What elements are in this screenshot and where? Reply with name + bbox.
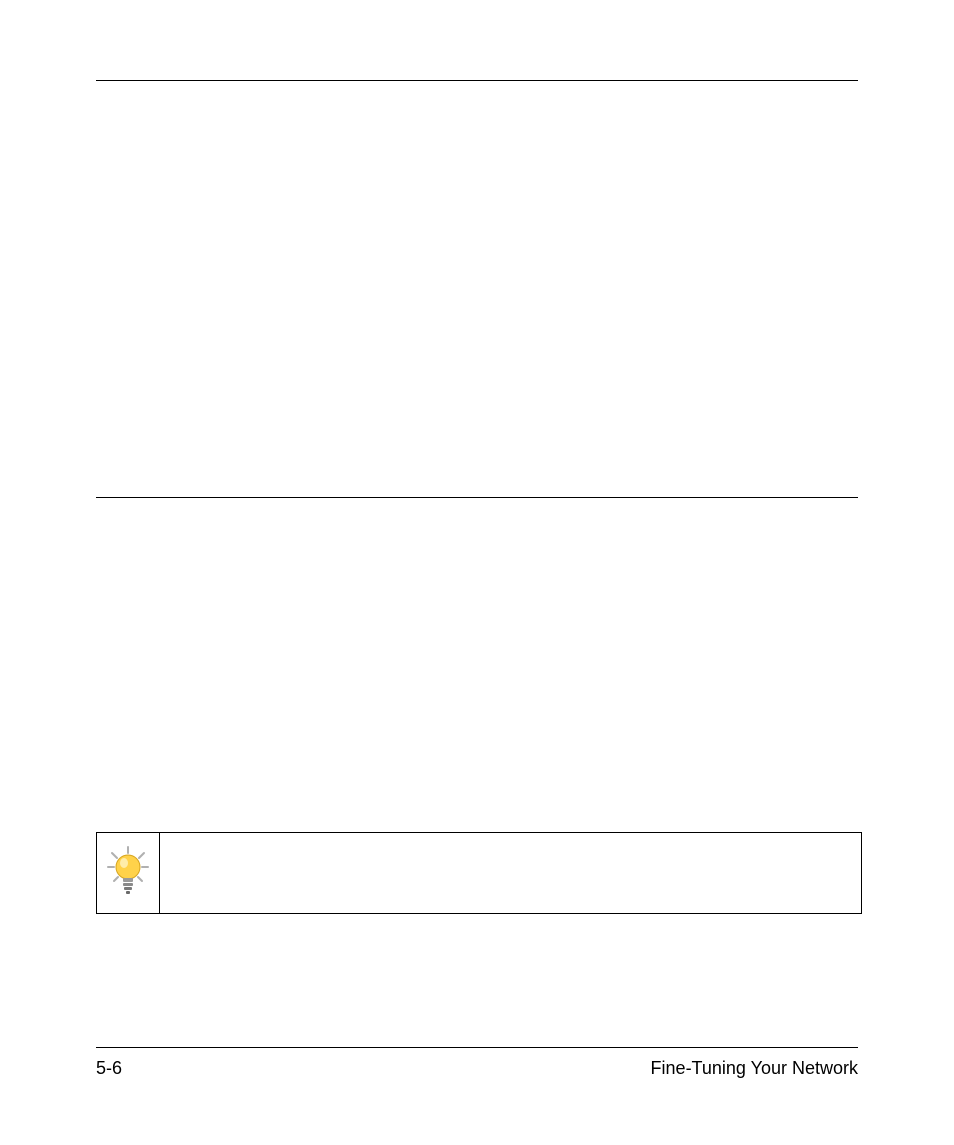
section-title: Fine-Tuning Your Network — [651, 1058, 858, 1079]
document-page: 5-6 Fine-Tuning Your Network — [0, 0, 954, 1145]
lightbulb-icon — [104, 845, 152, 902]
bottom-horizontal-rule — [96, 1047, 858, 1048]
page-footer: 5-6 Fine-Tuning Your Network — [96, 1058, 858, 1079]
top-horizontal-rule — [96, 80, 858, 81]
tip-icon-cell — [97, 833, 160, 913]
tip-text — [160, 833, 861, 913]
mid-horizontal-rule — [96, 497, 858, 498]
page-number: 5-6 — [96, 1058, 122, 1079]
tip-callout-box — [96, 832, 862, 914]
